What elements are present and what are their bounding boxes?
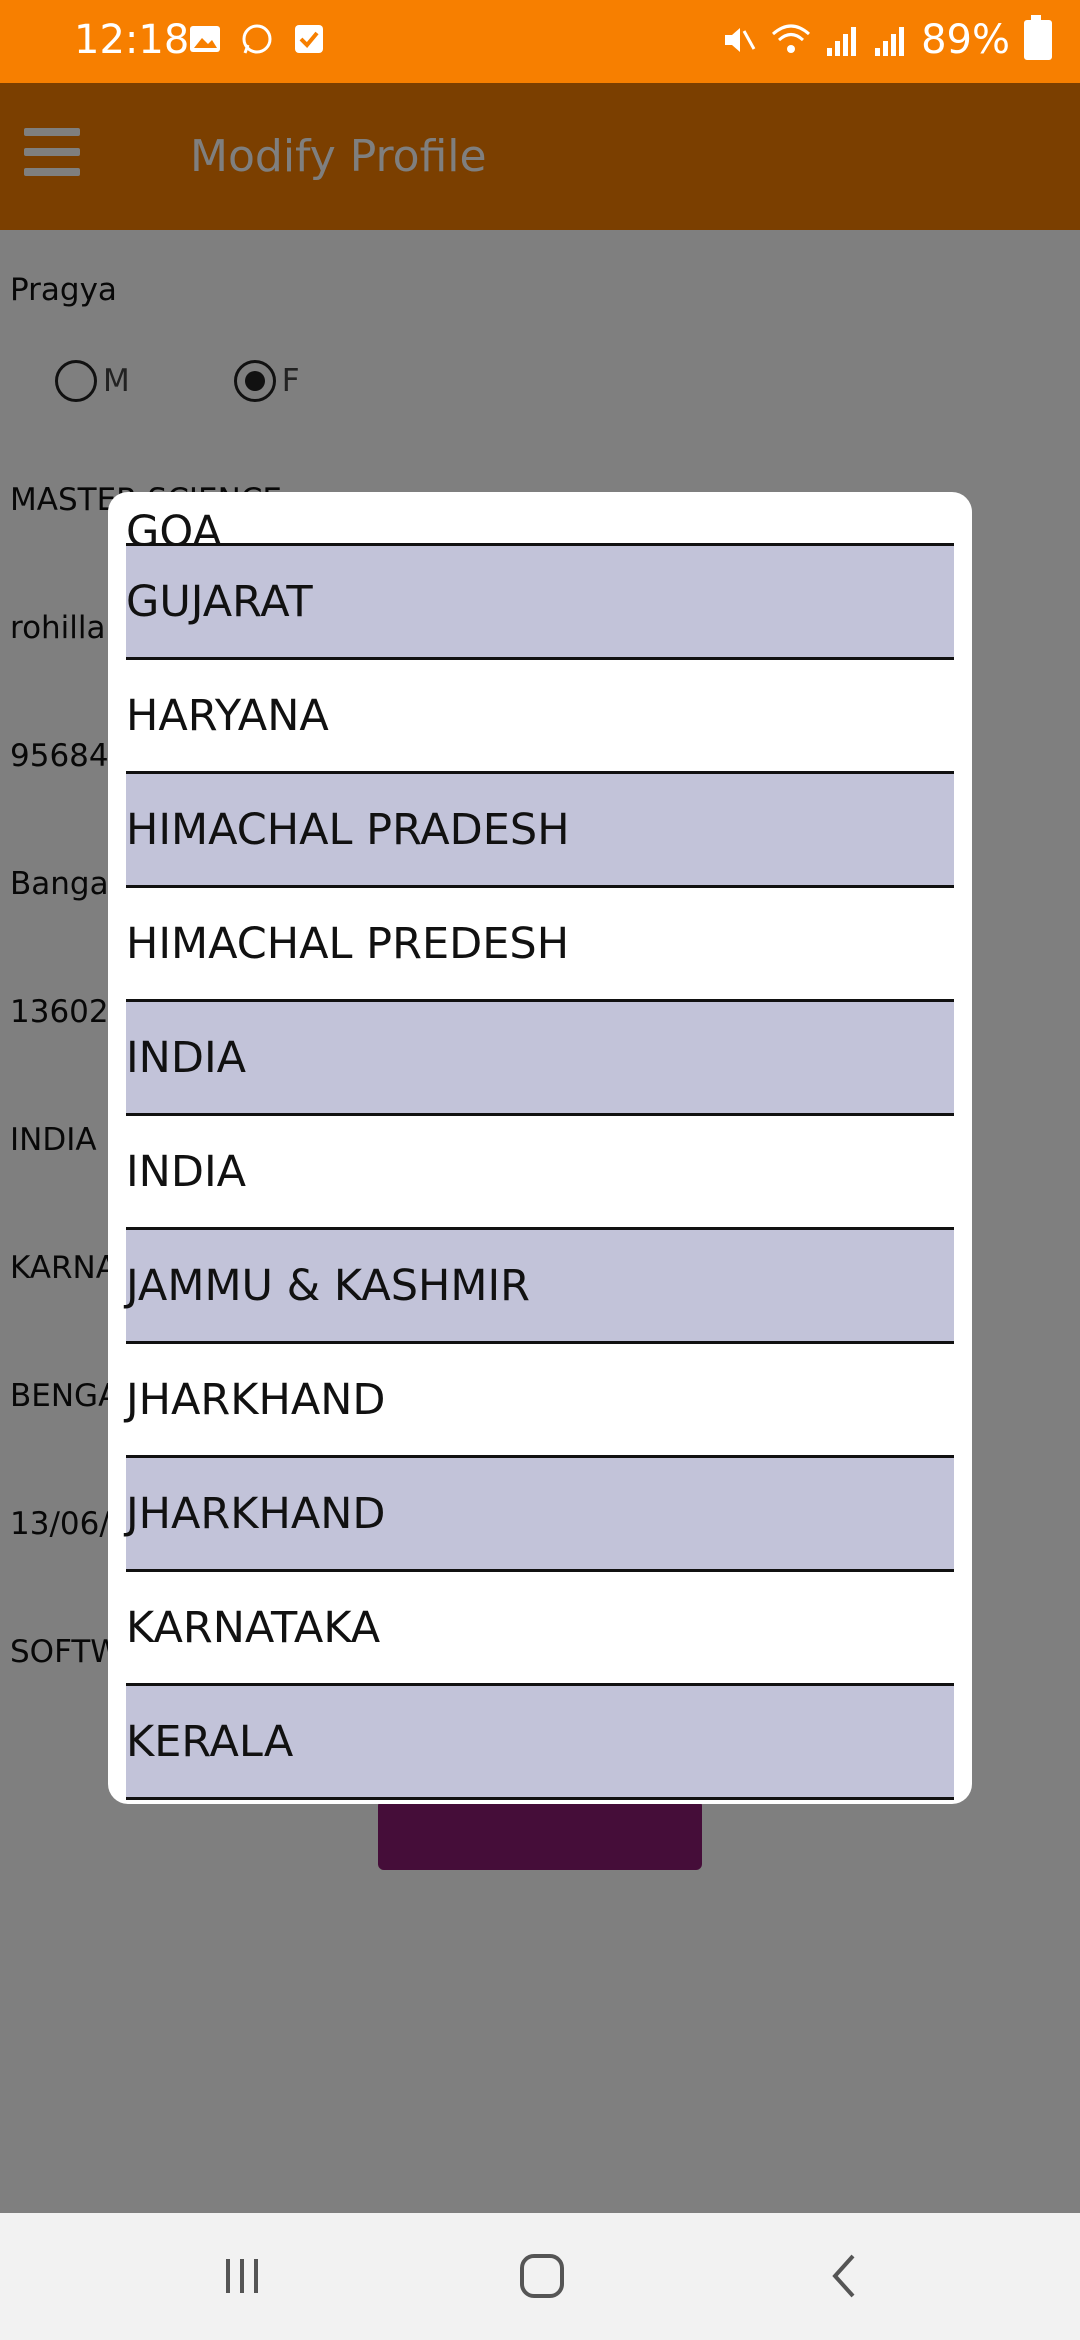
list-item[interactable]: INDIA: [126, 1116, 954, 1230]
system-status: 89%: [721, 15, 1052, 63]
task-check-icon: [295, 25, 323, 53]
list-item-label: GUJARAT: [126, 576, 313, 627]
signal-icon: [827, 27, 857, 56]
list-item-label: HARYANA: [126, 690, 329, 741]
wifi-icon: [772, 24, 811, 53]
list-item[interactable]: KARNATAKA: [126, 1572, 954, 1686]
list-item-label: KERALA: [126, 1716, 294, 1767]
signal-roaming-icon: [875, 27, 905, 56]
list-item-label: HIMACHAL PRADESH: [126, 804, 570, 855]
whatsapp-icon: [242, 24, 272, 54]
list-item[interactable]: GOA: [126, 492, 954, 546]
state-picker-dialog: GOA GUJARAT HARYANA HIMACHAL PRADESH HIM…: [108, 492, 972, 1804]
mute-icon: [725, 28, 756, 52]
recent-apps-icon[interactable]: [212, 2251, 272, 2301]
home-icon[interactable]: [512, 2251, 572, 2301]
list-item-label: GOA: [126, 507, 222, 546]
list-item[interactable]: GUJARAT: [126, 546, 954, 660]
list-item-label: JHARKHAND: [126, 1374, 386, 1425]
list-item-label: JHARKHAND: [126, 1488, 386, 1539]
list-item[interactable]: INDIA: [126, 1002, 954, 1116]
battery-percent: 89%: [921, 17, 1010, 63]
list-item[interactable]: HIMACHAL PREDESH: [126, 888, 954, 1002]
notification-icons: [188, 22, 326, 56]
list-item[interactable]: KERALA: [126, 1686, 954, 1800]
list-item-label: KARNATAKA: [126, 1602, 381, 1653]
list-item-label: JAMMU & KASHMIR: [126, 1260, 531, 1311]
gallery-icon: [190, 26, 220, 52]
list-item[interactable]: JHARKHAND: [126, 1458, 954, 1572]
list-item-label: INDIA: [126, 1032, 247, 1083]
status-bar: 12:18 89%: [0, 0, 1080, 83]
system-nav-bar: [0, 2213, 1080, 2340]
list-item-label: HIMACHAL PREDESH: [126, 918, 570, 969]
status-time: 12:18: [74, 17, 190, 63]
list-item[interactable]: HIMACHAL PRADESH: [126, 774, 954, 888]
list-item[interactable]: JHARKHAND: [126, 1344, 954, 1458]
list-item-label: INDIA: [126, 1146, 247, 1197]
battery-icon: [1024, 15, 1052, 60]
back-icon[interactable]: [815, 2251, 875, 2301]
list-item[interactable]: JAMMU & KASHMIR: [126, 1230, 954, 1344]
list-item[interactable]: HARYANA: [126, 660, 954, 774]
state-list: GOA GUJARAT HARYANA HIMACHAL PRADESH HIM…: [126, 492, 954, 1800]
